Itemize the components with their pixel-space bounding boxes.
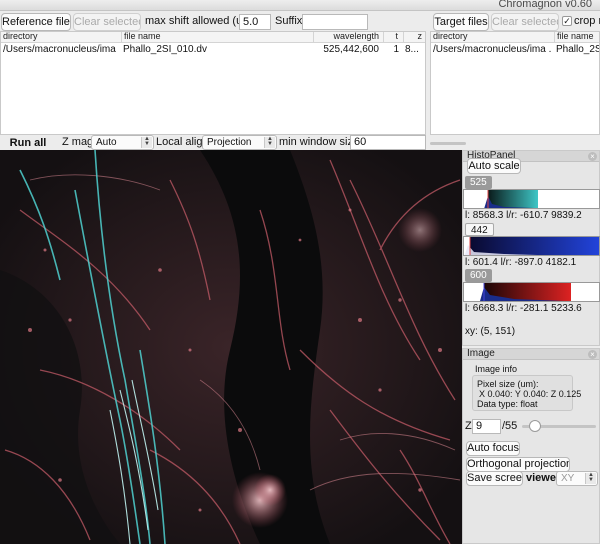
target-table-header: directory file name	[431, 32, 599, 43]
local-align-label: Local align	[156, 136, 209, 148]
channel-stats-525: l: 8568.3 l/r: -610.7 9839.2	[465, 210, 582, 221]
image-panel-title: Image	[467, 348, 495, 359]
viewer-value: XY	[561, 473, 575, 484]
image-viewer[interactable]	[0, 150, 462, 544]
channel-stats-600: l: 6668.3 l/r: -281.1 5233.6	[465, 303, 582, 314]
select-arrows-icon: ▲ ▼	[141, 136, 152, 148]
clear-selected-target-button[interactable]: Clear selected	[491, 13, 559, 31]
reference-files-button[interactable]: Reference files	[1, 13, 71, 31]
title-bar: Chromagnon v0.60	[0, 0, 600, 11]
select-arrows-icon: ▲ ▼	[585, 472, 596, 484]
crop-label: crop m	[574, 15, 600, 27]
crop-checkbox[interactable]: ✓	[562, 16, 572, 26]
image-panel-header: Image ×	[463, 349, 599, 360]
column-header-wavelength[interactable]: wavelength	[313, 32, 381, 42]
close-icon[interactable]: ×	[588, 152, 597, 161]
cell-file-name: Phallo_2SI_010.dv	[123, 44, 207, 55]
min-window-input[interactable]: 60	[350, 135, 426, 150]
auto-focus-button[interactable]: Auto focus	[466, 441, 520, 456]
suffix-input[interactable]	[302, 14, 368, 30]
microscopy-image	[0, 150, 462, 544]
window-title: Chromagnon v0.60	[498, 0, 592, 10]
splitter-handle[interactable]	[430, 142, 466, 145]
z-label: Z	[465, 420, 472, 432]
channel-tag-525[interactable]: 525	[465, 176, 492, 189]
save-screen-button[interactable]: Save screen	[466, 471, 523, 486]
suffix-label: Suffix	[275, 15, 303, 27]
reference-file-table[interactable]: directory file name wavelength t z /User…	[0, 31, 426, 135]
column-header-t[interactable]: t	[383, 32, 401, 42]
local-align-value: Projection	[207, 137, 252, 148]
column-header-directory[interactable]: directory	[3, 32, 38, 42]
min-window-label: min window size	[279, 136, 360, 148]
histogram-600[interactable]	[463, 282, 600, 302]
cell-z: 8...	[405, 44, 419, 55]
column-header-file-name[interactable]: file name	[121, 32, 161, 42]
data-type: Data type: float	[477, 399, 538, 409]
z-mag-select[interactable]: Auto ▲ ▼	[91, 135, 154, 150]
channel-stats-442: l: 601.4 l/r: -897.0 4182.1	[465, 257, 577, 268]
z-total: /55	[502, 420, 518, 432]
app-window: Chromagnon v0.60 Reference files Clear s…	[0, 0, 600, 544]
cell-wavelength: 525,442,600	[323, 44, 379, 55]
cell-file-name: Phallo_2SI_...	[556, 44, 599, 55]
image-info-box: Pixel size (um): X 0.040: Y 0.040: Z 0.1…	[472, 375, 581, 411]
reference-table-header: directory file name wavelength t z	[1, 32, 425, 43]
column-header-file-name[interactable]: file name	[554, 32, 594, 42]
channel-tag-442[interactable]: 442	[465, 223, 494, 236]
column-header-z[interactable]: z	[403, 32, 425, 42]
select-arrows-icon: ▲ ▼	[264, 136, 275, 148]
z-input[interactable]: 9	[472, 419, 501, 434]
z-mag-value: Auto	[96, 137, 117, 148]
histogram-525-graph	[484, 190, 538, 208]
target-files-button[interactable]: Target files	[433, 13, 489, 31]
column-header-directory[interactable]: directory	[433, 32, 468, 42]
close-icon[interactable]: ×	[588, 350, 597, 359]
clear-selected-reference-button[interactable]: Clear selected	[73, 13, 141, 31]
run-all-button[interactable]: Run all	[2, 135, 54, 151]
target-file-table[interactable]: directory file name /Users/macronucleus/…	[430, 31, 600, 135]
viewer-select[interactable]: XY ▲ ▼	[556, 471, 598, 486]
channel-tag-600[interactable]: 600	[465, 269, 492, 282]
cell-t: 1	[393, 44, 399, 55]
histogram-600-graph	[480, 283, 571, 301]
cell-directory: /Users/macronucleus/ima ...	[3, 44, 119, 55]
cursor-xy-readout: xy: (5, 151)	[465, 326, 516, 337]
histogram-442[interactable]	[463, 236, 600, 256]
cell-directory: /Users/macronucleus/ima ...	[433, 44, 552, 55]
max-shift-input[interactable]: 5.0	[239, 14, 271, 30]
auto-scale-button[interactable]: Auto scale	[467, 158, 521, 174]
local-align-select[interactable]: Projection ▲ ▼	[202, 135, 277, 150]
histogram-442-graph	[464, 237, 599, 255]
histogram-525[interactable]	[463, 189, 600, 209]
z-mag-label: Z mag	[62, 136, 94, 148]
image-info-title: Image info	[475, 364, 518, 374]
